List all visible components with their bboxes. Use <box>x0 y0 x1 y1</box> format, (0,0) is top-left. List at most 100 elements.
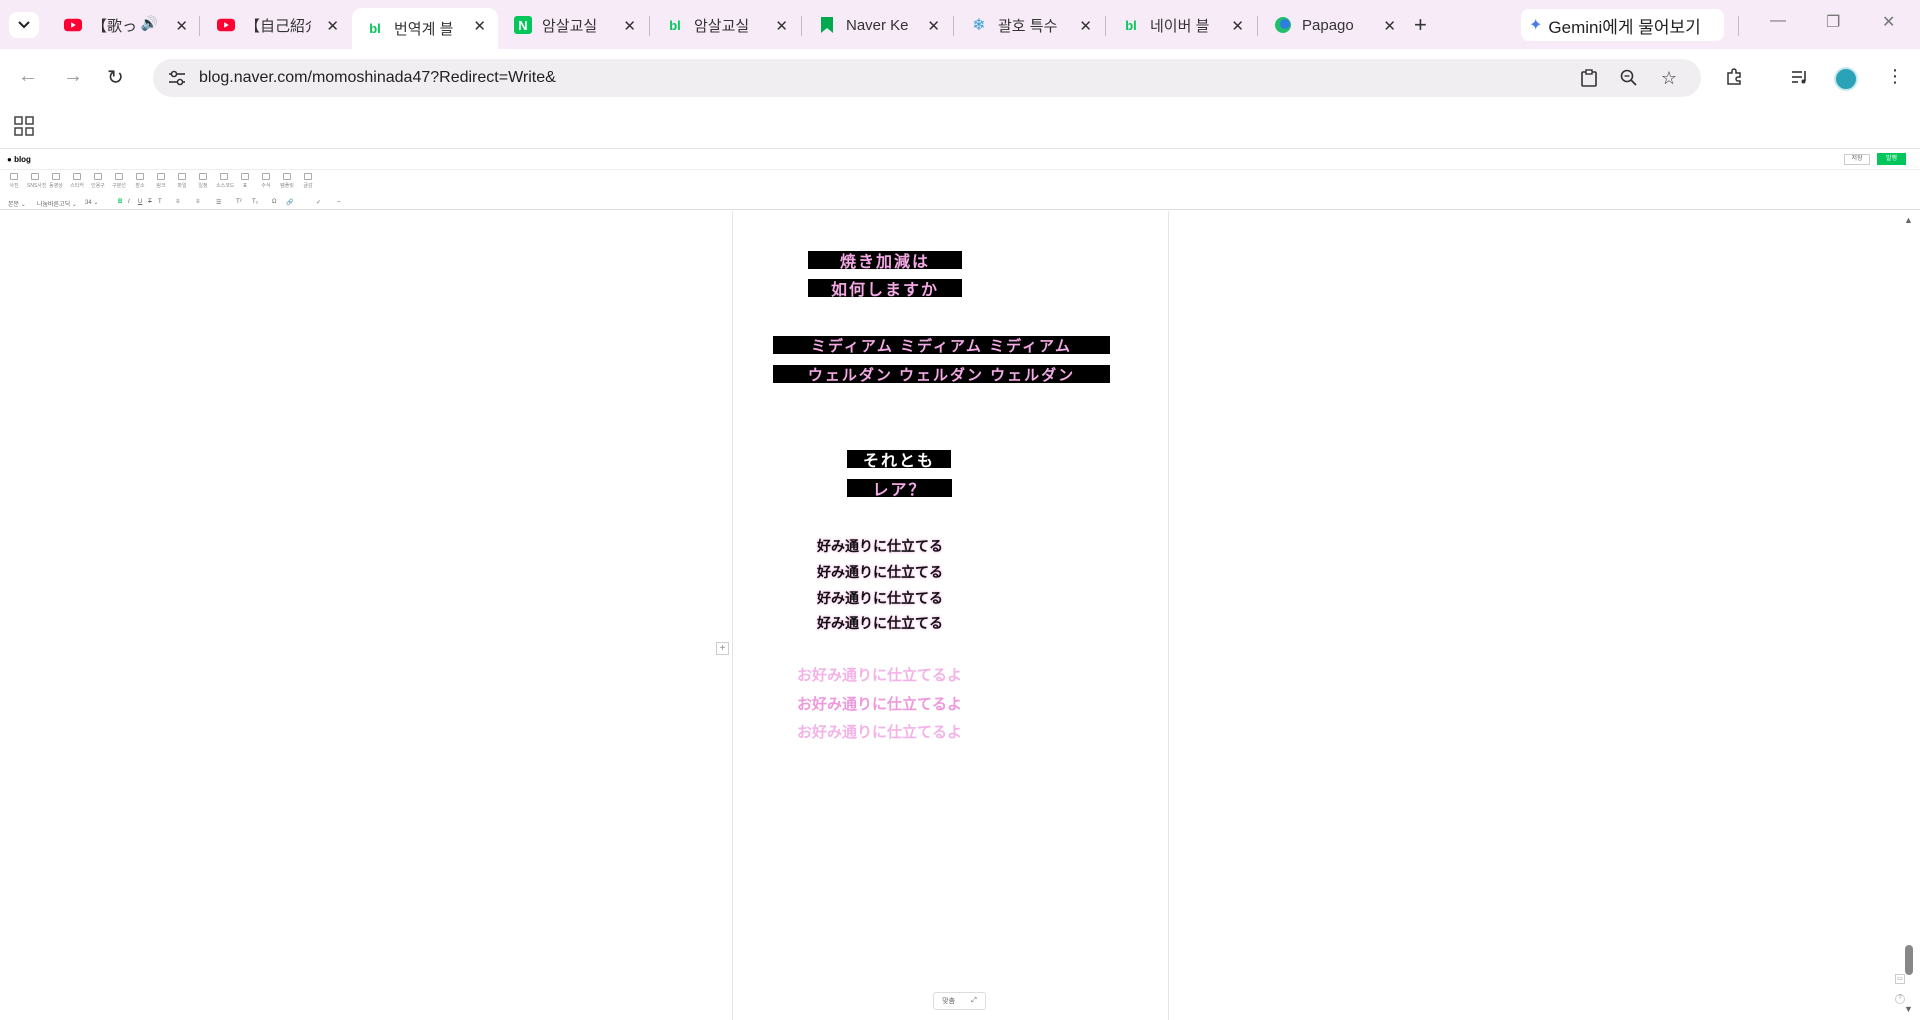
text-line[interactable]: 好み通りに仕立てる <box>817 613 943 633</box>
tab-3-active[interactable]: bl 번역계 블 ✕ <box>352 8 498 49</box>
text-color-icon[interactable]: T <box>158 199 162 205</box>
help-icon[interactable]: ? <box>1895 994 1905 1004</box>
apps-grid-icon[interactable] <box>14 116 34 136</box>
svg-text:N: N <box>518 18 527 33</box>
back-icon[interactable]: ← <box>18 65 38 88</box>
clipboard-icon[interactable] <box>1579 68 1599 88</box>
text-strip[interactable]: ウェルダン ウェルダン ウェルダン <box>773 365 1110 384</box>
expand-icon[interactable]: ⤢ <box>971 997 977 1005</box>
tool-table[interactable]: 표 <box>237 173 253 193</box>
tool-photo[interactable]: 사진 <box>6 173 22 193</box>
text-strip[interactable]: レア？ <box>847 479 952 499</box>
italic-icon[interactable]: I <box>128 199 130 205</box>
text-line[interactable]: お好み通りに仕立てるよ <box>797 693 962 714</box>
forward-icon[interactable]: → <box>63 65 83 88</box>
scroll-down-arrow[interactable]: ▼ <box>1904 1004 1913 1014</box>
text-line[interactable]: 好み通りに仕立てる <box>817 562 943 582</box>
bottom-fit-widget[interactable]: 맞춤 ⤢ <box>933 992 986 1010</box>
add-block-button[interactable]: + <box>716 642 729 655</box>
gemini-button[interactable]: ✦ Gemini에게 물어보기 <box>1521 9 1724 41</box>
zoom-icon[interactable] <box>1619 68 1639 88</box>
tab-5[interactable]: bl 암살교실 ✕ <box>652 8 800 42</box>
restore-icon[interactable]: ❐ <box>1826 12 1840 32</box>
image-icon <box>10 173 18 180</box>
scrollbar-thumb[interactable] <box>1905 945 1913 975</box>
new-tab-button[interactable]: + <box>1414 12 1427 38</box>
site-info-icon[interactable] <box>167 68 187 88</box>
strikethrough-icon[interactable]: T <box>148 199 152 205</box>
text-line[interactable]: 好み通りに仕立てる <box>817 588 943 608</box>
tool-place[interactable]: 장소 <box>132 173 148 193</box>
editor-canvas[interactable] <box>0 211 1920 1020</box>
subscript-icon[interactable]: T₂ <box>252 199 258 205</box>
url-text[interactable]: blog.naver.com/momoshinada47?Redirect=Wr… <box>199 69 556 87</box>
profile-avatar[interactable] <box>1834 67 1858 91</box>
close-icon[interactable]: ✕ <box>473 17 486 35</box>
align-icon[interactable]: ≡ <box>176 199 180 205</box>
speaker-icon[interactable]: 🔊 <box>141 15 158 32</box>
text-strip[interactable]: 焼き加減は <box>808 251 962 271</box>
media-control-icon[interactable] <box>1789 66 1811 88</box>
link-icon[interactable]: 🔗 <box>286 199 293 206</box>
bold-icon[interactable]: B <box>118 199 122 205</box>
underline-icon[interactable]: U <box>138 199 142 205</box>
tool-sns-photo[interactable]: SNS사진 <box>27 173 46 193</box>
side-widget-icon[interactable]: ▭ <box>1895 974 1905 984</box>
close-icon[interactable]: ✕ <box>326 17 339 35</box>
tab-7[interactable]: ❄ 괄호 특수 ✕ <box>956 8 1104 42</box>
tab-4[interactable]: N 암살교실 ✕ <box>500 8 648 42</box>
text-line[interactable]: お好み通りに仕立てるよ <box>797 721 962 742</box>
tool-link[interactable]: 링크 <box>153 173 169 193</box>
spacing-icon[interactable]: ⇔ <box>336 199 342 205</box>
tool-writing-material[interactable]: 글감 <box>300 173 316 193</box>
reload-icon[interactable]: ↻ <box>107 65 124 90</box>
extensions-icon[interactable] <box>1723 66 1745 88</box>
spellcheck-icon[interactable]: ✓ <box>316 199 321 206</box>
tool-quote[interactable]: 인용구 <box>90 173 106 193</box>
tool-video[interactable]: 동영상 <box>48 173 64 193</box>
special-char-icon[interactable]: Ω <box>272 199 277 205</box>
tab-8[interactable]: bl 네이버 블 ✕ <box>1108 8 1256 42</box>
tab-2[interactable]: 【自己紹介 ✕ <box>203 8 351 42</box>
close-icon[interactable]: ✕ <box>1079 17 1092 35</box>
tool-schedule[interactable]: 일정 <box>195 173 211 193</box>
close-icon[interactable]: ✕ <box>623 17 636 35</box>
tab-6[interactable]: Naver Ke ✕ <box>804 8 952 42</box>
close-icon[interactable]: ✕ <box>1231 17 1244 35</box>
window-close-icon[interactable]: ✕ <box>1882 12 1895 32</box>
text-line[interactable]: お好み通りに仕立てるよ <box>797 664 962 685</box>
close-icon[interactable]: ✕ <box>775 17 788 35</box>
bookmark-star-icon[interactable]: ☆ <box>1659 68 1679 88</box>
text-strip[interactable]: 如何しますか <box>808 279 962 299</box>
text-strip[interactable]: それとも <box>847 450 951 470</box>
line-height-icon[interactable]: ≡ <box>196 199 200 205</box>
more-menu-icon[interactable]: ⋮ <box>1886 66 1904 87</box>
minimize-icon[interactable]: — <box>1770 12 1786 30</box>
close-icon[interactable]: ✕ <box>927 17 940 35</box>
tool-source-code[interactable]: 소스코드 <box>216 173 234 193</box>
tab-title: 【歌っ <box>92 17 136 35</box>
tool-formula[interactable]: 수식 <box>258 173 274 193</box>
close-icon[interactable]: ✕ <box>1383 17 1396 35</box>
tool-divider[interactable]: 구분선 <box>111 173 127 193</box>
publish-button[interactable]: 발행 <box>1877 153 1906 165</box>
address-bar[interactable]: blog.naver.com/momoshinada47?Redirect=Wr… <box>153 59 1701 97</box>
tab-1[interactable]: 【歌っ 🔊 ✕ <box>50 8 200 42</box>
text-line[interactable]: 好み通りに仕立てる <box>817 536 943 556</box>
tool-sticker[interactable]: 스티커 <box>69 173 85 193</box>
paragraph-style-select[interactable]: 본문 ⌄ <box>8 199 26 208</box>
save-button[interactable]: 저장 <box>1844 154 1870 165</box>
tool-template[interactable]: 템플릿 <box>279 173 295 193</box>
blog-logo[interactable]: ● blog <box>7 155 31 164</box>
scroll-up-arrow[interactable]: ▲ <box>1904 215 1913 225</box>
tab-title: 번역계 블 <box>394 21 454 38</box>
list-icon[interactable]: ☰ <box>216 199 221 206</box>
tool-file[interactable]: 파일 <box>174 173 190 193</box>
tab-9[interactable]: Papago ✕ <box>1260 8 1408 42</box>
text-strip[interactable]: ミディアム ミディアム ミディアム <box>773 336 1110 355</box>
font-select[interactable]: 나눔바른고딕 ⌄ <box>37 199 77 208</box>
font-size-select[interactable]: 34 ⌄ <box>85 199 98 206</box>
close-icon[interactable]: ✕ <box>175 17 188 35</box>
tab-search-button[interactable] <box>9 12 39 38</box>
superscript-icon[interactable]: T² <box>236 199 242 205</box>
